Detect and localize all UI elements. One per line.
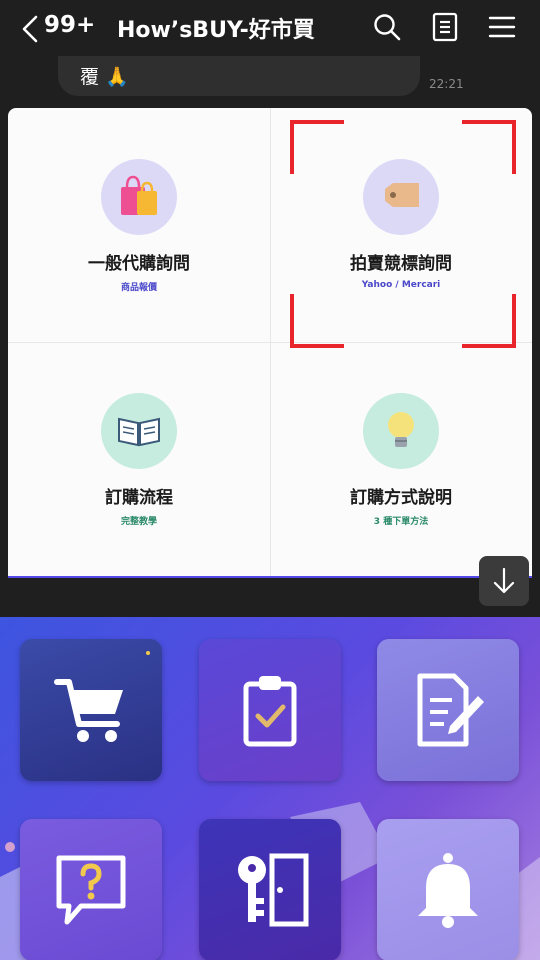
app-tile-faq[interactable] <box>20 819 162 960</box>
chat-title: How’sBUY-好市買 <box>117 18 315 43</box>
menu-icon[interactable] <box>487 12 517 42</box>
bell-icon <box>418 853 478 928</box>
menu-item-title: 訂購方式說明 <box>350 488 452 508</box>
chat-header: 99+ How’sBUY-好市買 <box>0 0 540 56</box>
scroll-to-bottom-button[interactable] <box>479 556 529 606</box>
open-book-icon <box>101 393 177 469</box>
menu-item-subtitle: 商品報價 <box>120 283 157 293</box>
back-chevron-icon[interactable] <box>16 14 46 44</box>
indicator-dot <box>146 651 150 655</box>
app-tile-document[interactable] <box>377 639 519 781</box>
unread-count[interactable]: 99+ <box>44 12 95 38</box>
menu-item-title: 拍賣競標詢問 <box>350 254 452 274</box>
focus-bracket <box>462 120 516 174</box>
key-door-icon <box>238 853 309 927</box>
clipboard-check-icon <box>243 676 297 747</box>
message-text: 覆 🙏 <box>80 66 129 88</box>
app-tile-order-list[interactable] <box>199 639 341 781</box>
menu-item-order-process[interactable]: 訂購流程 完整教學 <box>8 342 270 576</box>
focus-bracket <box>290 294 344 348</box>
app-tile-login[interactable] <box>199 819 341 960</box>
shopping-cart-icon <box>54 679 123 742</box>
menu-item-title: 一般代購詢問 <box>88 254 190 274</box>
menu-item-title: 訂購流程 <box>105 488 173 508</box>
menu-item-order-methods[interactable]: 訂購方式說明 3 種下單方法 <box>270 342 532 576</box>
chat-area: 覆 🙏 22:21 <box>0 56 540 106</box>
arrow-down-icon <box>493 567 515 594</box>
note-icon[interactable] <box>430 12 460 42</box>
focus-bracket <box>462 294 516 348</box>
menu-item-subtitle: 完整教學 <box>120 517 157 527</box>
menu-item-auction-bidding[interactable]: 拍賣競標詢問 Yahoo / Mercari <box>270 108 532 348</box>
light-bulb-icon <box>363 393 439 469</box>
price-tag-icon <box>363 159 439 235</box>
rich-menu: 一般代購詢問 商品報價 拍賣競標詢問 Yahoo / Mercari 訂購流程 … <box>8 108 532 578</box>
app-tile-shopping-cart[interactable] <box>20 639 162 781</box>
message-bubble[interactable]: 覆 🙏 <box>58 56 420 96</box>
menu-bottom-strip <box>8 576 532 578</box>
menu-item-general-purchase[interactable]: 一般代購詢問 商品報價 <box>8 108 270 342</box>
app-tile-notifications[interactable] <box>377 819 519 960</box>
search-icon[interactable] <box>372 12 402 42</box>
document-edit-icon <box>417 673 484 747</box>
shopping-bags-icon <box>101 159 177 235</box>
menu-item-subtitle: Yahoo / Mercari <box>361 280 441 290</box>
question-chat-icon <box>56 855 126 925</box>
menu-item-subtitle: 3 種下單方法 <box>373 517 429 527</box>
message-time: 22:21 <box>429 77 464 91</box>
focus-bracket <box>290 120 344 174</box>
app-grid <box>0 617 540 960</box>
